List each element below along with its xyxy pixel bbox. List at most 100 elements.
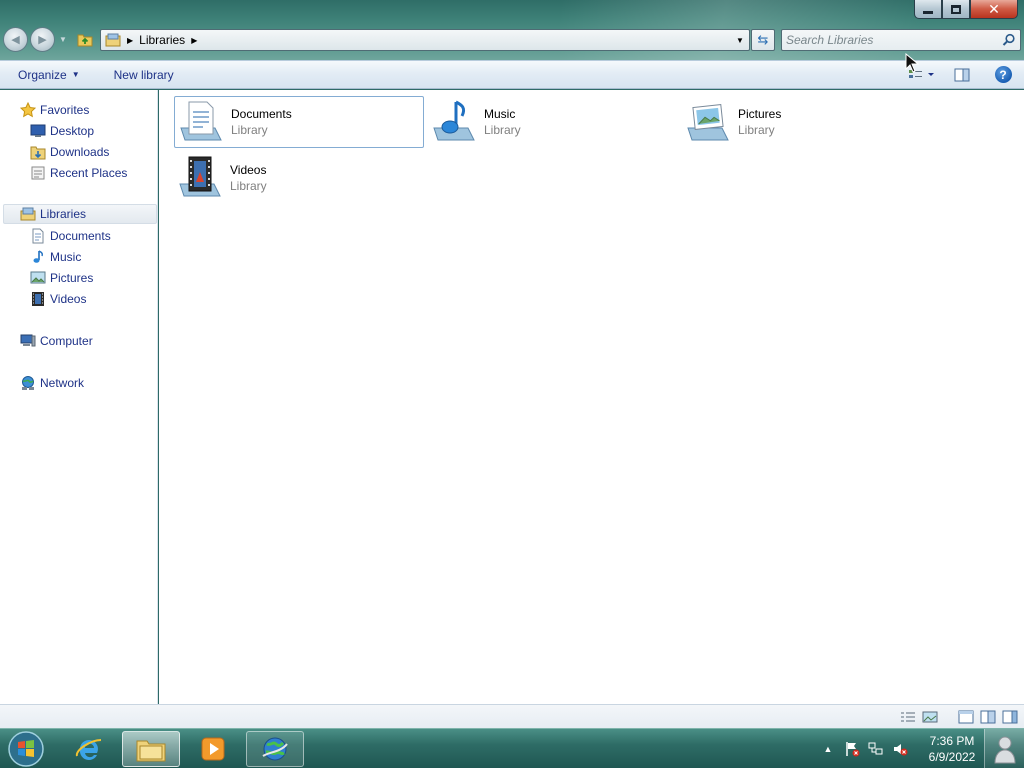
search-input[interactable] bbox=[786, 32, 996, 48]
details-view-button[interactable] bbox=[898, 708, 918, 725]
forward-button[interactable]: ▶ bbox=[30, 27, 55, 52]
breadcrumb-separator-icon[interactable]: ▶ bbox=[127, 36, 133, 45]
file-explorer-icon bbox=[136, 740, 166, 762]
start-button[interactable] bbox=[5, 729, 47, 768]
nav-item-label: Downloads bbox=[50, 145, 110, 159]
help-icon: ? bbox=[994, 66, 1012, 83]
refresh-icon: ⇆ bbox=[757, 32, 769, 47]
documents-icon bbox=[29, 228, 47, 244]
preview-layout-icon bbox=[1002, 710, 1018, 723]
maximize-button[interactable] bbox=[942, 0, 970, 19]
tile-type: Library bbox=[484, 123, 521, 137]
nav-computer-label: Computer bbox=[40, 334, 93, 348]
music-library-icon bbox=[428, 96, 480, 148]
action-center-flag-icon bbox=[846, 742, 860, 757]
close-button[interactable]: ✕ bbox=[970, 0, 1018, 19]
tile-name: Videos bbox=[230, 163, 267, 177]
volume-muted-icon bbox=[894, 744, 908, 756]
nav-item-pictures[interactable]: Pictures bbox=[0, 268, 156, 288]
nav-favorites[interactable]: Favorites bbox=[0, 100, 156, 120]
nav-item-label: Recent Places bbox=[50, 166, 128, 180]
nav-item-music[interactable]: Music bbox=[0, 247, 156, 267]
windows-logo-icon bbox=[8, 731, 44, 767]
recent-pages-dropdown-icon[interactable]: ▼ bbox=[59, 35, 67, 44]
taskbar-clock[interactable]: 7:36 PM 6/9/2022 bbox=[922, 733, 982, 765]
maximize-icon bbox=[951, 4, 961, 14]
refresh-button[interactable]: ⇆ bbox=[751, 29, 775, 51]
clock-time: 7:36 PM bbox=[929, 734, 975, 748]
nav-network[interactable]: Network bbox=[0, 373, 156, 393]
library-tile-pictures[interactable]: Pictures Library bbox=[682, 96, 932, 148]
nav-item-label: Documents bbox=[50, 229, 111, 243]
organize-button[interactable]: Organize ▼ bbox=[0, 68, 90, 82]
help-button[interactable]: ? bbox=[982, 61, 1024, 88]
split-pane-icon bbox=[980, 710, 996, 723]
show-hidden-icons-button[interactable]: ▲ bbox=[816, 737, 840, 761]
details-view-icon bbox=[901, 712, 915, 721]
media-player-icon bbox=[201, 737, 225, 761]
network-status-button[interactable] bbox=[864, 737, 888, 761]
nav-favorites-label: Favorites bbox=[40, 103, 90, 117]
nav-item-downloads[interactable]: Downloads bbox=[0, 142, 156, 162]
address-bar[interactable]: ▶ Libraries ▶ ▼ bbox=[100, 29, 750, 51]
breadcrumb-chevron-icon[interactable]: ▶ bbox=[191, 36, 197, 45]
nav-libraries[interactable]: Libraries bbox=[3, 204, 157, 224]
layout-split-pane-button[interactable] bbox=[978, 708, 998, 725]
minimize-button[interactable] bbox=[914, 0, 942, 19]
taskbar-network-app[interactable] bbox=[246, 731, 304, 767]
chevron-up-icon: ▲ bbox=[823, 744, 833, 754]
star-icon bbox=[19, 102, 37, 118]
nav-item-desktop[interactable]: Desktop bbox=[0, 121, 156, 141]
documents-library-icon bbox=[175, 96, 227, 148]
pictures-library-icon bbox=[682, 96, 734, 148]
library-tile-music[interactable]: Music Library bbox=[428, 96, 678, 148]
taskbar-media-player[interactable] bbox=[184, 731, 242, 767]
search-icon[interactable] bbox=[1002, 33, 1016, 47]
breadcrumb-libraries[interactable]: Libraries bbox=[139, 33, 185, 47]
command-bar: Organize ▼ New library ? bbox=[0, 60, 1024, 89]
system-tray: ▲ 7:36 PM 6/9/2022 bbox=[816, 729, 982, 768]
back-button[interactable]: ◀ bbox=[3, 27, 28, 52]
nav-item-recent-places[interactable]: Recent Places bbox=[0, 163, 156, 183]
tile-type: Library bbox=[231, 123, 268, 137]
new-library-button[interactable]: New library bbox=[90, 68, 184, 82]
single-pane-icon bbox=[958, 710, 974, 723]
status-bar-view-buttons bbox=[896, 708, 1020, 725]
taskbar-file-explorer[interactable] bbox=[122, 731, 180, 767]
nav-item-label: Music bbox=[50, 250, 82, 264]
network-icon bbox=[19, 375, 37, 391]
nav-computer[interactable]: Computer bbox=[0, 331, 156, 351]
layout-single-pane-button[interactable] bbox=[956, 708, 976, 725]
status-bar bbox=[0, 704, 1024, 728]
user-tile-button[interactable] bbox=[984, 729, 1024, 768]
computer-icon bbox=[19, 333, 37, 349]
navigation-buttons: ◀ ▶ ▼ bbox=[3, 27, 67, 52]
tile-name: Documents bbox=[231, 107, 292, 121]
thumbnail-view-icon bbox=[922, 711, 938, 722]
thumbnail-view-button[interactable] bbox=[920, 708, 940, 725]
command-bar-right: ? bbox=[902, 61, 1024, 88]
user-icon bbox=[993, 736, 1016, 764]
volume-button[interactable] bbox=[888, 737, 912, 761]
tile-name: Music bbox=[484, 107, 516, 121]
downloads-folder-icon bbox=[29, 144, 47, 160]
preview-pane-button[interactable] bbox=[942, 61, 982, 88]
nav-item-videos[interactable]: Videos bbox=[0, 289, 156, 309]
taskbar-internet-explorer[interactable] bbox=[60, 731, 118, 767]
up-folder-button[interactable] bbox=[76, 30, 94, 48]
layout-preview-pane-button[interactable] bbox=[1000, 708, 1020, 725]
nav-item-label: Pictures bbox=[50, 271, 94, 285]
music-icon bbox=[29, 249, 47, 265]
preview-pane-icon bbox=[954, 68, 970, 81]
library-tile-videos[interactable]: Videos Library bbox=[174, 152, 424, 204]
tile-type: Library bbox=[230, 179, 267, 193]
libraries-icon bbox=[19, 206, 37, 222]
network-status-icon bbox=[868, 742, 883, 755]
nav-network-label: Network bbox=[40, 376, 85, 390]
action-center-button[interactable] bbox=[840, 737, 864, 761]
library-tile-documents[interactable]: Documents Library bbox=[174, 96, 424, 148]
nav-item-documents[interactable]: Documents bbox=[0, 226, 156, 246]
address-dropdown-icon[interactable]: ▼ bbox=[731, 30, 749, 50]
content-area: Documents Library Music Library Pictures… bbox=[159, 90, 1024, 704]
internet-explorer-icon bbox=[75, 739, 102, 760]
